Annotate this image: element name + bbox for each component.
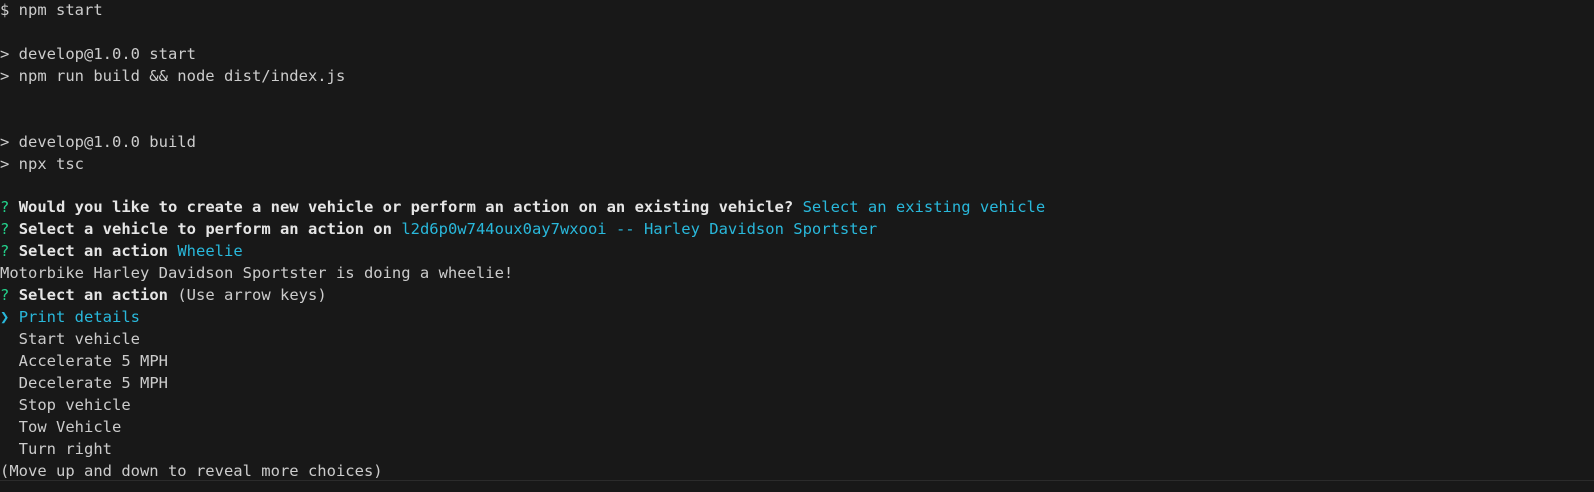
choice-turn-right[interactable]: Turn right: [0, 439, 1594, 461]
prompt-question: Select an action: [18, 242, 168, 261]
question-mark: ?: [0, 198, 10, 217]
npm-script-header: > develop@1.0.0 build: [0, 132, 196, 151]
prompt-line: ? Select an action Wheelie: [0, 241, 1594, 263]
terminal-bottom-edge: [0, 480, 1594, 481]
question-mark: ?: [0, 220, 10, 239]
choice-label: Decelerate 5 MPH: [18, 373, 168, 392]
prompt-answer: l2d6p0w744oux0ay7wxooi -- Harley Davidso…: [401, 220, 878, 239]
prompt-hint: (Use arrow keys): [177, 286, 327, 305]
program-output: Motorbike Harley Davidson Sportster is d…: [0, 264, 514, 283]
choice-stop-vehicle[interactable]: Stop vehicle: [0, 395, 1594, 417]
prompt-line: ? Select a vehicle to perform an action …: [0, 219, 1594, 241]
choice-label: Print details: [18, 308, 141, 327]
question-mark: ?: [0, 242, 10, 261]
command-line: $ npm start: [0, 1, 103, 19]
prompt-question: Select a vehicle to perform an action on: [18, 220, 392, 239]
active-prompt-line: ? Select an action (Use arrow keys): [0, 285, 1594, 307]
choice-start-vehicle[interactable]: Start vehicle: [0, 329, 1594, 351]
npm-script-command: > npm run build && node dist/index.js: [0, 66, 346, 85]
npm-script-header: > develop@1.0.0 start: [0, 44, 196, 63]
choice-tow-vehicle[interactable]: Tow Vehicle: [0, 417, 1594, 439]
pointer-icon: ❯: [0, 308, 10, 327]
prompt-answer: Wheelie: [177, 242, 243, 261]
choice-label: Stop vehicle: [18, 395, 131, 414]
prompt-question: Select an action: [18, 286, 168, 305]
prompt-line: ? Would you like to create a new vehicle…: [0, 197, 1594, 219]
prompt-answer: Select an existing vehicle: [802, 198, 1046, 217]
choice-accelerate[interactable]: Accelerate 5 MPH: [0, 351, 1594, 373]
choice-label: Turn right: [18, 439, 112, 458]
choice-label: Tow Vehicle: [18, 417, 122, 436]
choice-label: Accelerate 5 MPH: [18, 352, 168, 370]
choice-print-details[interactable]: ❯ Print details: [0, 307, 1594, 329]
terminal-output[interactable]: $ npm start > develop@1.0.0 start > npm …: [0, 0, 1594, 480]
choice-decelerate[interactable]: Decelerate 5 MPH: [0, 373, 1594, 395]
prompt-question: Would you like to create a new vehicle o…: [18, 198, 794, 217]
question-mark: ?: [0, 286, 10, 305]
more-choices-hint: (Move up and down to reveal more choices…: [0, 461, 383, 480]
npm-script-command: > npx tsc: [0, 154, 84, 173]
choice-label: Start vehicle: [18, 330, 140, 349]
